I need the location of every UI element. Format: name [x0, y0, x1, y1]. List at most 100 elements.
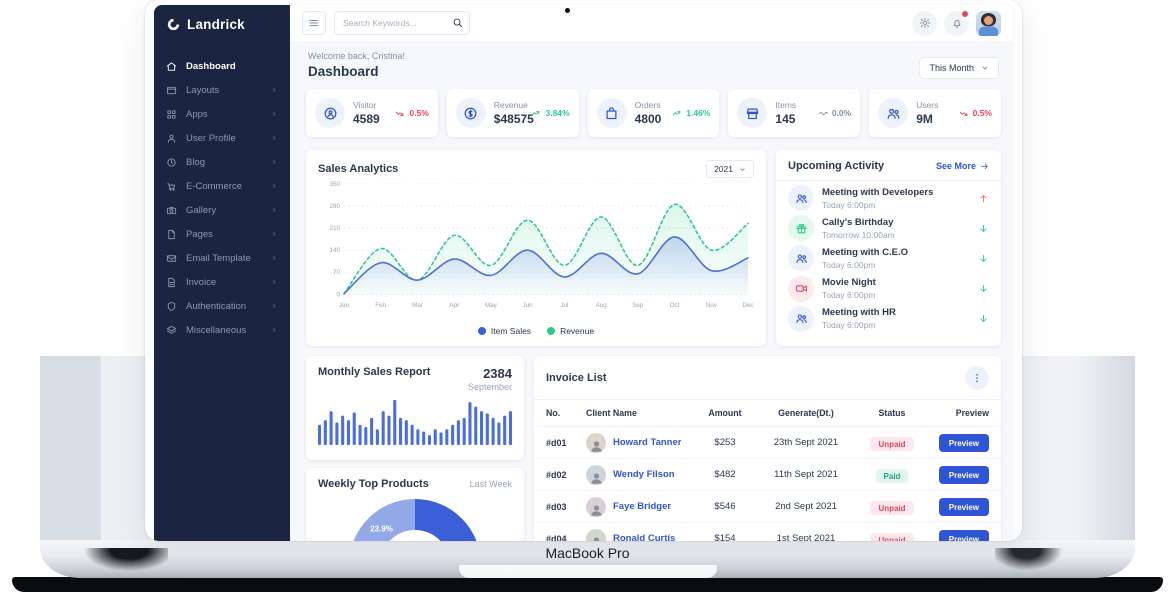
client-name-link[interactable]: Wendy Filson [613, 469, 675, 480]
year-select[interactable]: 2021 [706, 160, 754, 178]
brand[interactable]: Landrick [154, 5, 290, 46]
notifications-button[interactable] [944, 11, 969, 36]
people-icon [788, 306, 814, 332]
chevron-right-icon [270, 134, 278, 142]
svg-text:Jan: Jan [339, 302, 350, 309]
preview-button[interactable]: Preview [939, 498, 989, 516]
invoice-menu-button[interactable] [965, 366, 989, 390]
stat-trend: 0.5% [959, 108, 992, 119]
sidebar-item-label: Authentication [186, 301, 246, 312]
sidebar-item-label: Layouts [186, 85, 219, 96]
see-more-label: See More [936, 161, 976, 171]
topbar-actions [912, 11, 1001, 36]
sidebar-item-authentication[interactable]: Authentication [154, 294, 290, 318]
stat-change: 0.0% [832, 108, 851, 118]
activity-title: Upcoming Activity [788, 160, 884, 172]
sales-analytics-card: Sales Analytics 2021 070140210280350JanF… [306, 150, 766, 346]
svg-text:280: 280 [329, 203, 340, 210]
sidebar-item-label: Email Template [186, 253, 251, 264]
activity-item[interactable]: Meeting with C.E.O Today 6:00pm [788, 245, 989, 271]
invoice-column-header: Client Name [586, 408, 695, 418]
invoice-preview-cell: Preview [927, 529, 989, 541]
svg-text:May: May [485, 302, 498, 309]
laptop-body-right [1010, 356, 1135, 542]
svg-text:Oct: Oct [670, 302, 680, 309]
stat-meta: Orders 4800 [635, 100, 665, 126]
sidebar-item-apps[interactable]: Apps [154, 102, 290, 126]
svg-text:Mar: Mar [412, 302, 423, 309]
sidebar: Landrick Dashboard Layouts Apps User Pro… [154, 5, 290, 541]
invoice-number: #d03 [546, 502, 586, 512]
activity-item-time: Today 6:00pm [822, 200, 970, 210]
legend-dot [478, 327, 486, 335]
sidebar-item-label: Invoice [186, 277, 216, 288]
invoice-column-header: Preview [927, 408, 989, 418]
activity-meta: Meeting with Developers Today 6:00pm [822, 187, 970, 210]
chevron-right-icon [270, 110, 278, 118]
weekly-products-donut-chart: 38.5%23.9% [349, 499, 481, 541]
sidebar-item-user-profile[interactable]: User Profile [154, 126, 290, 150]
window-icon [166, 85, 177, 96]
sidebar-item-label: E-Commerce [186, 181, 242, 192]
layers-icon [166, 325, 177, 336]
user-avatar[interactable] [976, 11, 1001, 36]
client-name-link[interactable]: Ronald Curtis [613, 533, 675, 541]
laptop-model-label: MacBook Pro [40, 545, 1135, 561]
stat-trend: 0.0% [818, 108, 851, 119]
period-select[interactable]: This Month [919, 57, 999, 79]
activity-item[interactable]: Meeting with Developers Today 6:00pm [788, 185, 989, 211]
search-input[interactable] [334, 11, 470, 35]
user-icon [166, 133, 177, 144]
stat-meta: Visitor 4589 [353, 100, 387, 126]
topbar [290, 5, 1013, 41]
svg-text:70: 70 [333, 269, 341, 276]
sales-analytics-title: Sales Analytics [318, 163, 398, 175]
invoice-client: Faye Bridger [586, 497, 695, 517]
sales-analytics-chart: 070140210280350JanFebMarAprMayJunJulAugS… [318, 178, 754, 325]
invoice-row: #d04 Ronald Curtis $154 1st Sept 2021 Un… [534, 523, 1001, 541]
stat-card-items: Items 145 0.0% [728, 89, 860, 137]
stat-trend: 3.84% [531, 108, 569, 119]
client-name-link[interactable]: Faye Bridger [613, 501, 671, 512]
svg-text:350: 350 [329, 181, 340, 188]
menu-toggle-button[interactable] [302, 11, 326, 35]
preview-button[interactable]: Preview [939, 530, 989, 541]
svg-text:Apr: Apr [449, 302, 459, 309]
stat-card-users: Users 9M 0.5% [869, 89, 1001, 137]
sidebar-item-pages[interactable]: Pages [154, 222, 290, 246]
sidebar-item-dashboard[interactable]: Dashboard [154, 54, 290, 78]
activity-item[interactable]: Cally's Birthday Tomorrow 10:00am [788, 215, 989, 241]
sidebar-item-gallery[interactable]: Gallery [154, 198, 290, 222]
see-more-link[interactable]: See More [936, 161, 989, 171]
sidebar-item-label: Gallery [186, 205, 216, 216]
sidebar-item-e-commerce[interactable]: E-Commerce [154, 174, 290, 198]
page-head: Welcome back, Cristina! Dashboard This M… [308, 51, 999, 79]
stat-meta: Items 145 [775, 100, 809, 126]
stat-meta: Revenue $48575 [494, 100, 524, 126]
stat-trend: 1.46% [672, 108, 710, 119]
brand-name: Landrick [187, 17, 245, 32]
invoice-status: Unpaid [857, 498, 927, 516]
invoice-preview-cell: Preview [927, 433, 989, 453]
invoice-number: #d04 [546, 534, 586, 542]
activity-item-title: Meeting with Developers [822, 187, 970, 198]
stat-card-visitor: Visitor 4589 0.5% [306, 89, 438, 137]
preview-button[interactable]: Preview [939, 466, 989, 484]
sidebar-item-miscellaneous[interactable]: Miscellaneous [154, 318, 290, 342]
settings-button[interactable] [912, 11, 937, 36]
client-avatar [586, 529, 606, 542]
visitor-icon [315, 98, 345, 128]
sidebar-item-layouts[interactable]: Layouts [154, 78, 290, 102]
invoice-client: Ronald Curtis [586, 529, 695, 542]
client-name-link[interactable]: Howard Tanner [613, 437, 681, 448]
svg-text:Dec: Dec [742, 302, 753, 309]
cart-icon [166, 181, 177, 192]
invoice-row: #d03 Faye Bridger $546 2nd Sept 2021 Unp… [534, 491, 1001, 523]
sidebar-item-invoice[interactable]: Invoice [154, 270, 290, 294]
preview-button[interactable]: Preview [939, 434, 989, 452]
dots-vertical-icon [971, 372, 983, 384]
activity-item[interactable]: Meeting with HR Today 6:00pm [788, 306, 989, 332]
activity-item[interactable]: Movie Night Today 6:00pm [788, 276, 989, 302]
sidebar-item-email-template[interactable]: Email Template [154, 246, 290, 270]
sidebar-item-blog[interactable]: Blog [154, 150, 290, 174]
